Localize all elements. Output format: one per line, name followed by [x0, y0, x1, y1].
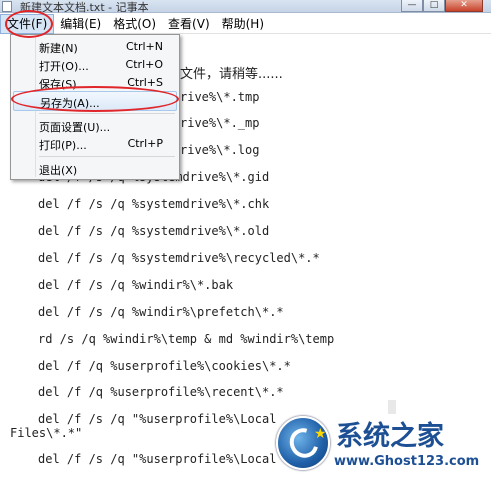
menu-item-label: 页面设置(U)...: [39, 121, 111, 134]
editor-line: rive%\*.tmp: [180, 90, 260, 104]
menu-separator: [39, 156, 175, 157]
editor-line: del /f /q %userprofile%\recent\*.*: [38, 385, 284, 399]
watermark-title: 系统之家: [336, 421, 444, 452]
close-button[interactable]: ✕: [445, 0, 483, 12]
editor-line: Files\*.*": [10, 426, 83, 440]
editor-line: rive%\*.log: [180, 143, 260, 157]
menu-format[interactable]: 格式(O): [107, 14, 162, 34]
notepad-icon: [2, 1, 12, 12]
editor-line: rd /s /q %windir%\temp & md %windir%\tem…: [38, 332, 335, 346]
menu-item-label: 打印(P)...: [39, 139, 87, 152]
menu-item-shortcut: Ctrl+P: [127, 137, 163, 150]
title-bar: 新建文本文档.txt - 记事本 — □ ✕: [0, 0, 491, 14]
menu-separator: [39, 113, 175, 114]
menu-item-page-setup[interactable]: 页面设置(U)...: [13, 116, 177, 136]
menu-item-shortcut: Ctrl+O: [125, 58, 163, 71]
editor-line: del /f /q %userprofile%\cookies\*.*: [38, 359, 291, 373]
menu-item-label: 新建(N): [39, 42, 78, 55]
minimize-button[interactable]: —: [401, 0, 423, 12]
menu-item-new[interactable]: 新建(N) Ctrl+N: [13, 37, 177, 57]
watermark: ★ 系统之家 www.Ghost123.com: [272, 410, 491, 479]
editor-line: 文件，请稍等......: [180, 67, 283, 82]
menu-bar: 文件(F) 编辑(E) 格式(O) 查看(V) 帮助(H): [0, 14, 491, 34]
menu-edit[interactable]: 编辑(E): [54, 14, 107, 34]
editor-line: del /f /s /q %windir%\*.bak: [38, 278, 234, 292]
editor-line: del /f /s /q %systemdrive%\*.old: [38, 224, 270, 238]
window-controls: — □ ✕: [401, 0, 483, 13]
menu-item-open[interactable]: 打开(O)... Ctrl+O: [13, 55, 177, 75]
logo-star-icon: ★: [314, 426, 327, 442]
menu-item-exit[interactable]: 退出(X): [13, 159, 177, 179]
menu-help[interactable]: 帮助(H): [216, 14, 270, 34]
editor-line: del /f /s /q %systemdrive%\*.chk: [38, 197, 270, 211]
watermark-url: www.Ghost123.com: [334, 454, 480, 469]
annotation-circle-file-menu: [5, 10, 53, 38]
annotation-circle-save-as: [11, 86, 179, 112]
ghost-logo-icon: ★: [276, 416, 330, 470]
editor-line: del /f /s /q %windir%\prefetch\*.*: [38, 305, 284, 319]
editor-line: del /f /s /q %systemdrive%\recycled\*.*: [38, 251, 320, 265]
editor-line: del /f /s /q "%userprofile%\Local: [38, 452, 277, 466]
editor-line: del /f /s /q "%userprofile%\Local: [38, 412, 277, 426]
menu-item-shortcut: Ctrl+N: [125, 40, 163, 53]
editor-line: rive%\*._mp: [180, 116, 260, 130]
menu-item-label: 打开(O)...: [39, 60, 89, 73]
menu-item-label: 退出(X): [39, 164, 78, 177]
maximize-button[interactable]: □: [423, 0, 445, 12]
menu-view[interactable]: 查看(V): [162, 14, 216, 34]
menu-item-print[interactable]: 打印(P)... Ctrl+P: [13, 134, 177, 154]
